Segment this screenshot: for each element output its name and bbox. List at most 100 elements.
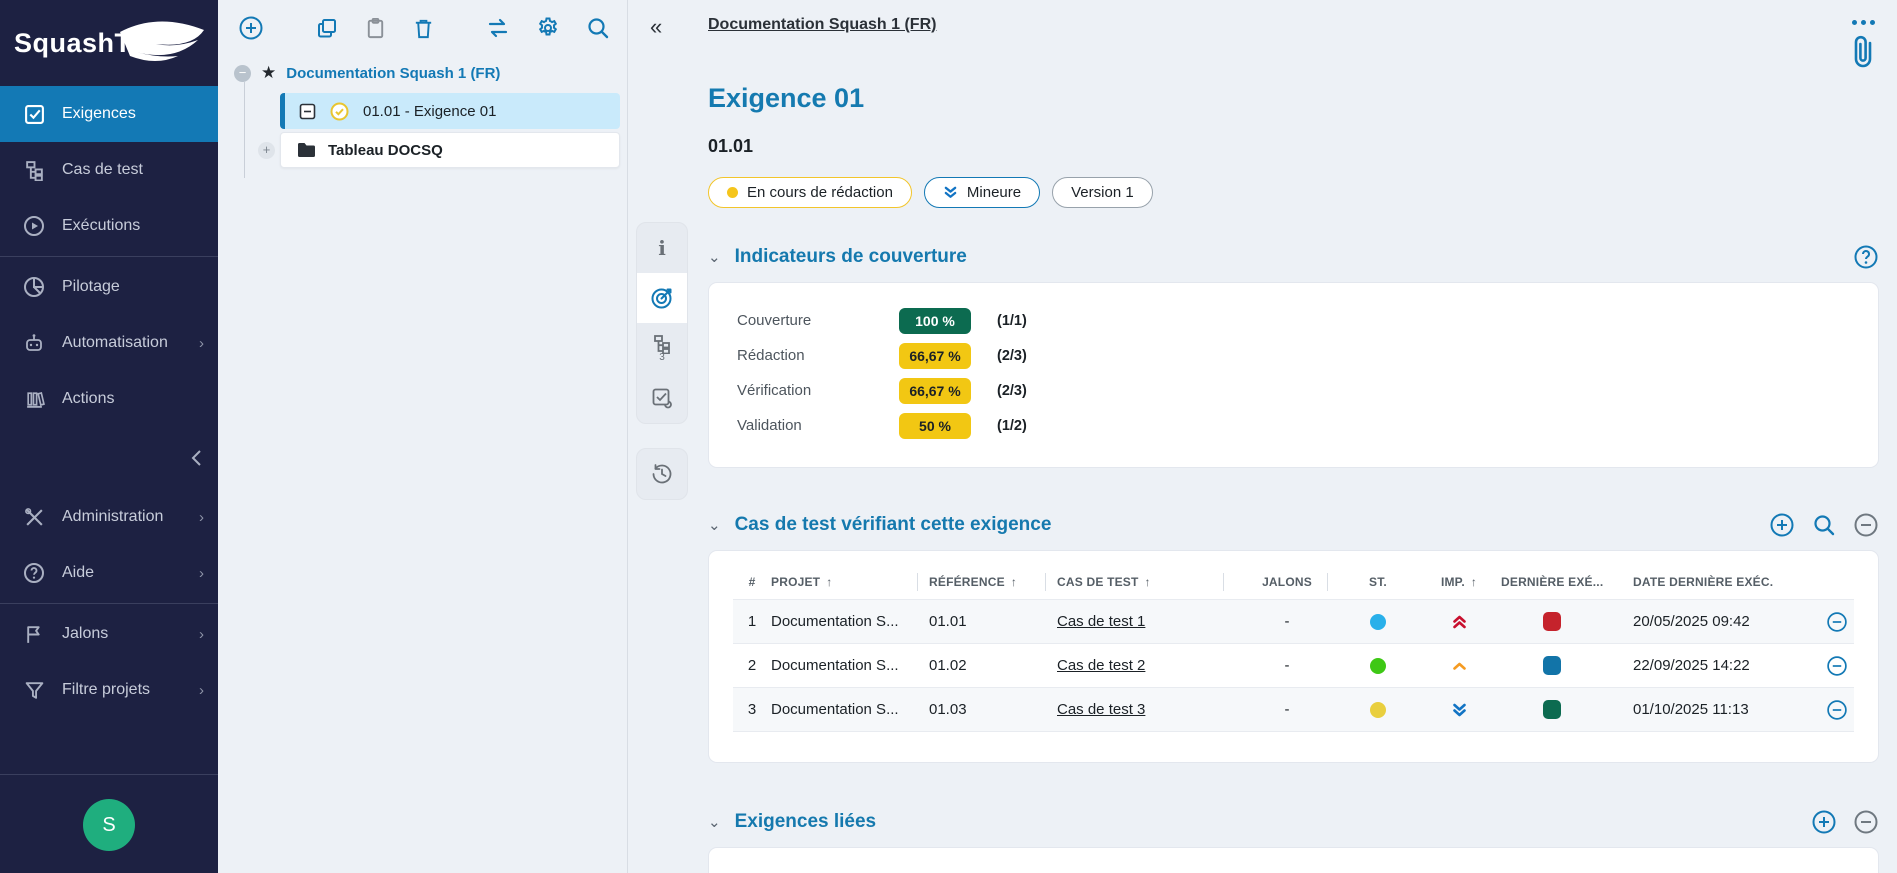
column-header[interactable]: DATE DERNIÈRE EXÉC. [1633, 565, 1805, 599]
sidebar-item-cas-de-test[interactable]: Cas de test [0, 142, 218, 198]
sidebar-item-label: Jalons [62, 625, 108, 643]
tree-folder-label: Tableau DOCSQ [328, 142, 443, 159]
sidebar-item-label: Filtre projets [62, 681, 150, 699]
sidebar-item-exigences[interactable]: Exigences [0, 86, 218, 142]
anchor-linked-requirements[interactable] [637, 373, 687, 423]
anchor-coverage[interactable] [637, 273, 687, 323]
sidebar-item-label: Exigences [62, 105, 136, 123]
chevron-right-icon: › [199, 682, 204, 699]
page-title: Exigence 01 [708, 83, 1879, 114]
tree-folder-node[interactable]: Tableau DOCSQ [280, 132, 620, 168]
anchor-verifying-testcases[interactable]: 3 [637, 323, 687, 373]
table-row[interactable]: 3 Documentation S... 01.03 Cas de test 3… [733, 687, 1854, 732]
sidebar-item-jalons[interactable]: Jalons › [0, 606, 218, 662]
sidebar-item-automatisation[interactable]: Automatisation › [0, 315, 218, 371]
user-avatar[interactable]: S [83, 799, 135, 851]
unbind-row-icon[interactable] [1826, 688, 1848, 731]
coverage-label: Validation [737, 417, 899, 434]
unbind-row-icon[interactable] [1826, 600, 1848, 643]
delete-icon[interactable] [408, 13, 438, 43]
column-header[interactable]: DERNIÈRE EXÉ... [1501, 565, 1633, 599]
sidebar-divider [0, 603, 218, 604]
coverage-value-badge: 66,67 % [899, 378, 971, 404]
section-collapse-icon[interactable]: ⌄ [708, 813, 721, 831]
sidebar-item-filtre-projets[interactable]: Filtre projets › [0, 662, 218, 718]
more-menu-icon[interactable] [1852, 16, 1875, 29]
sidebar: SquashTM Exigences Cas de test Exécution… [0, 0, 218, 873]
sidebar-footer: S [0, 772, 218, 873]
sidebar-divider [0, 774, 218, 775]
help-circle-icon[interactable] [1853, 244, 1879, 270]
coverage-row: Vérification 66,67 % (2/3) [737, 373, 1850, 408]
status-badge[interactable]: En cours de rédaction [708, 177, 912, 208]
sidebar-divider [0, 256, 218, 257]
collapse-panel-icon[interactable]: « [650, 16, 662, 38]
main-content: « Documentation Squash 1 (FR) Exigence 0… [628, 0, 1897, 873]
tree-toolbar [218, 10, 627, 46]
testcase-link[interactable]: Cas de test 1 [1057, 613, 1145, 630]
sidebar-item-label: Exécutions [62, 217, 140, 235]
search-icon[interactable] [583, 13, 613, 43]
add-link-icon[interactable] [1811, 809, 1837, 835]
sidebar-item-executions[interactable]: Exécutions [0, 198, 218, 254]
column-header[interactable]: RÉFÉRENCE [929, 565, 1057, 599]
table-row[interactable]: 1 Documentation S... 01.01 Cas de test 1… [733, 599, 1854, 643]
unbind-row-icon[interactable] [1826, 644, 1848, 687]
collapse-node-icon[interactable]: − [234, 65, 251, 82]
breadcrumb-project-link[interactable]: Documentation Squash 1 (FR) [708, 16, 936, 34]
chevron-right-icon: › [199, 565, 204, 582]
column-header[interactable]: PROJET [771, 565, 929, 599]
column-header[interactable]: ST. [1339, 565, 1417, 599]
table-row[interactable]: 2 Documentation S... 01.02 Cas de test 2… [733, 643, 1854, 687]
search-icon[interactable] [1811, 512, 1837, 538]
anchor-history[interactable] [637, 449, 687, 499]
section-collapse-icon[interactable]: ⌄ [708, 248, 721, 266]
version-badge[interactable]: Version 1 [1052, 177, 1153, 208]
logo-text: SquashTM [14, 28, 155, 59]
app-window: SquashTM Exigences Cas de test Exécution… [0, 0, 1897, 873]
column-header[interactable]: # [733, 565, 771, 599]
last-execution-status-icon [1543, 612, 1561, 631]
coverage-label: Rédaction [737, 347, 899, 364]
chevron-right-icon: › [199, 626, 204, 643]
remove-link-icon[interactable] [1853, 512, 1879, 538]
project-cell: Documentation S... [771, 644, 929, 687]
column-header[interactable]: JALONS [1235, 565, 1339, 599]
testcase-link[interactable]: Cas de test 2 [1057, 657, 1145, 674]
sidebar-item-pilotage[interactable]: Pilotage [0, 259, 218, 315]
attachment-paperclip-icon[interactable] [1851, 35, 1875, 69]
column-header[interactable]: IMP. [1417, 565, 1501, 599]
app-logo[interactable]: SquashTM [0, 0, 218, 86]
chevron-left-icon [190, 449, 202, 467]
tree-node-selected[interactable]: 01.01 - Exigence 01 [280, 93, 620, 129]
linked-requirements-card: # PROJET RÉFÉRENCE EXIGENCE JALONS N° VE… [708, 847, 1879, 873]
sidebar-item-administration[interactable]: Administration › [0, 489, 218, 545]
column-header[interactable]: CAS DE TEST [1057, 565, 1235, 599]
anchor-information[interactable]: i [637, 223, 687, 273]
add-link-icon[interactable] [1769, 512, 1795, 538]
sidebar-collapse-button[interactable] [0, 427, 218, 489]
status-check-circle-icon [330, 102, 349, 121]
reference-cell: 01.03 [929, 688, 1057, 731]
settings-gear-icon[interactable] [533, 13, 563, 43]
expand-node-icon[interactable]: + [258, 142, 275, 159]
section-collapse-icon[interactable]: ⌄ [708, 516, 721, 534]
remove-link-icon[interactable] [1853, 809, 1879, 835]
square-minus-icon[interactable] [299, 103, 316, 120]
milestones-cell: - [1235, 600, 1339, 643]
sidebar-item-label: Actions [62, 390, 114, 408]
coverage-value-badge: 50 % [899, 413, 971, 439]
tree-root-node[interactable]: − ★ Documentation Squash 1 (FR) [218, 56, 627, 90]
testcase-link[interactable]: Cas de test 3 [1057, 701, 1145, 718]
flag-icon [22, 622, 46, 646]
paste-icon[interactable] [360, 13, 390, 43]
add-requirement-icon[interactable] [236, 13, 266, 43]
sidebar-item-actions[interactable]: Actions [0, 371, 218, 427]
copy-icon[interactable] [312, 13, 342, 43]
sidebar-item-aide[interactable]: Aide › [0, 545, 218, 601]
status-dot-icon [727, 187, 738, 198]
coverage-ratio: (1/1) [983, 313, 1850, 329]
tree-root-label[interactable]: Documentation Squash 1 (FR) [286, 65, 500, 82]
import-export-icon[interactable] [483, 13, 513, 43]
criticality-badge[interactable]: Mineure [924, 177, 1040, 208]
